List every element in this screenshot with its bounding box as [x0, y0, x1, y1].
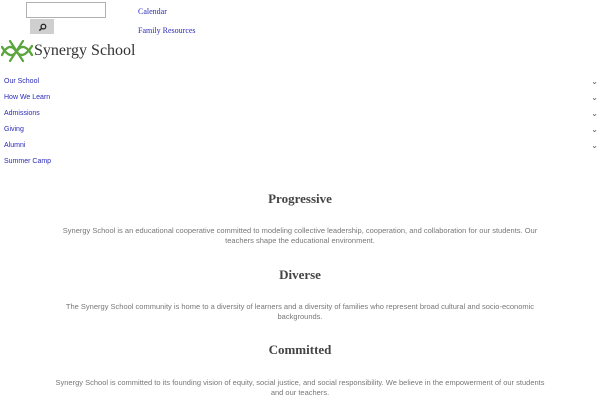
chevron-down-icon[interactable]: ⌄	[591, 109, 598, 118]
nav-link-summer-camp[interactable]: Summer Camp	[4, 158, 51, 165]
family-resources-link[interactable]: Family Resources	[138, 26, 196, 35]
value-text-progressive: Synergy School is an educational coopera…	[62, 226, 538, 245]
nav-link-our-school[interactable]: Our School	[4, 78, 39, 85]
value-title-committed: Committed	[268, 342, 332, 357]
leaf-logo-icon	[1, 40, 33, 62]
nav-item-admissions: Admissions ⌄	[0, 107, 600, 123]
value-text-committed: Synergy School is committed to its found…	[55, 378, 545, 397]
nav-link-giving[interactable]: Giving	[4, 126, 24, 133]
nav-item-our-school: Our School ⌄	[0, 75, 600, 91]
search-icon	[38, 23, 46, 32]
nav-item-summer-camp: Summer Camp	[0, 155, 600, 171]
nav-item-how-we-learn: How We Learn ⌄	[0, 91, 600, 107]
value-title-diverse: Diverse	[279, 267, 321, 282]
chevron-down-icon[interactable]: ⌄	[591, 125, 598, 134]
nav-link-admissions[interactable]: Admissions	[4, 110, 40, 117]
nav-item-giving: Giving ⌄	[0, 123, 600, 139]
chevron-down-icon[interactable]: ⌄	[591, 141, 598, 150]
value-title-progressive: Progressive	[268, 191, 332, 206]
logo-text: Synergy School	[34, 42, 136, 59]
calendar-link[interactable]: Calendar	[138, 7, 167, 16]
search-input[interactable]	[26, 2, 106, 18]
search-button[interactable]	[30, 19, 54, 34]
chevron-down-icon[interactable]: ⌄	[591, 77, 598, 86]
nav-link-alumni[interactable]: Alumni	[4, 142, 25, 149]
value-text-diverse: The Synergy School community is home to …	[65, 302, 535, 321]
main-nav: Our School ⌄ How We Learn ⌄ Admissions ⌄…	[0, 75, 600, 171]
nav-link-how-we-learn[interactable]: How We Learn	[4, 94, 50, 101]
nav-item-alumni: Alumni ⌄	[0, 139, 600, 155]
chevron-down-icon[interactable]: ⌄	[591, 93, 598, 102]
